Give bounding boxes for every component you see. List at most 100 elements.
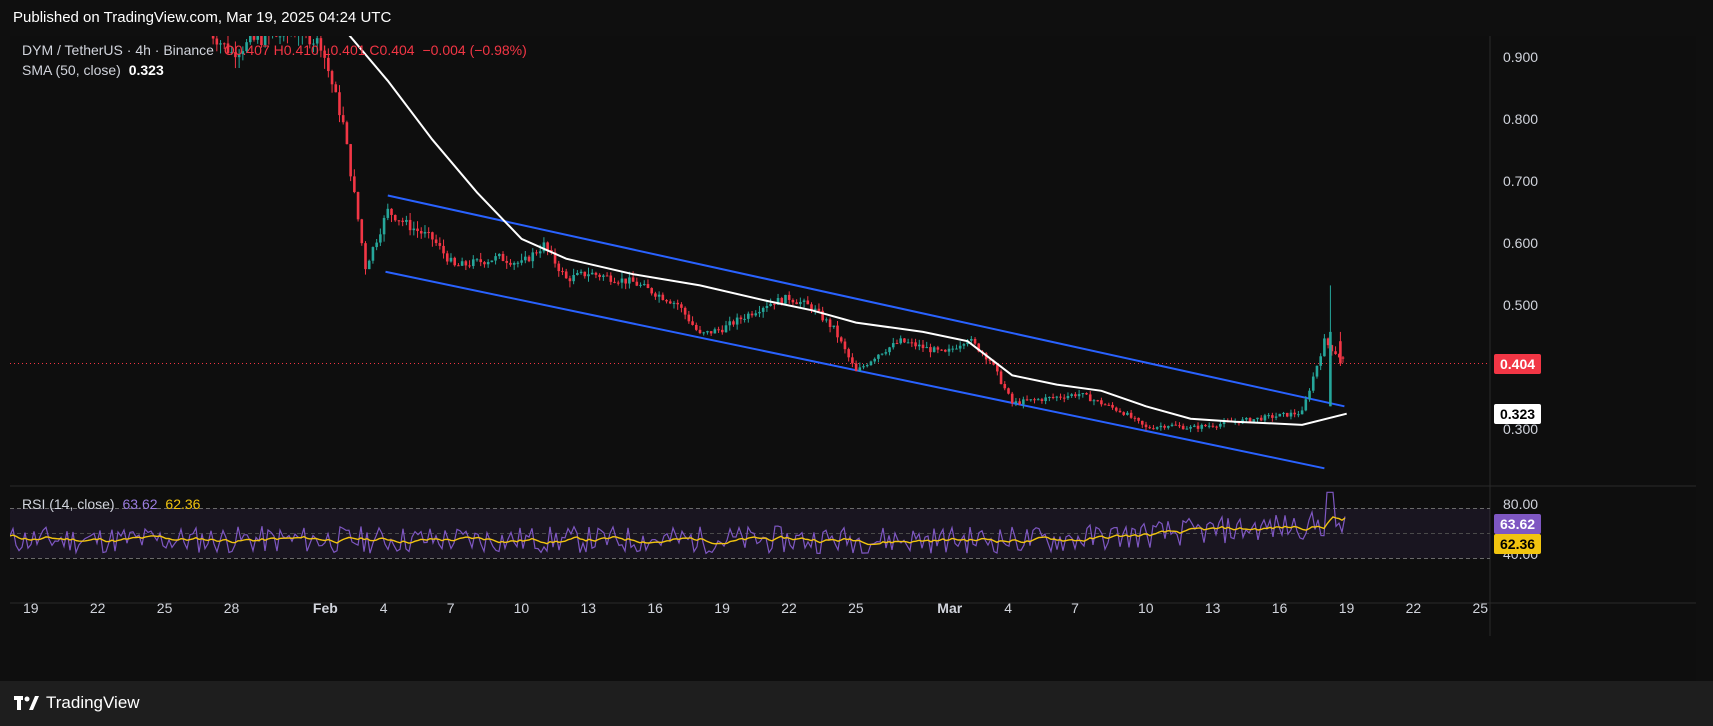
candle-body[interactable] xyxy=(799,301,802,305)
candle-body[interactable] xyxy=(1308,390,1311,400)
candle-body[interactable] xyxy=(631,277,635,282)
candle-body[interactable] xyxy=(423,232,427,234)
candle-body[interactable] xyxy=(1178,425,1181,427)
candle-body[interactable] xyxy=(1036,399,1040,401)
candle-body[interactable] xyxy=(345,122,349,145)
sma-50-line[interactable] xyxy=(343,36,1347,426)
candle-body[interactable] xyxy=(713,329,717,334)
candle-body[interactable] xyxy=(873,358,876,362)
candle-body[interactable] xyxy=(739,317,743,320)
candle-body[interactable] xyxy=(349,144,352,177)
candle-body[interactable] xyxy=(557,263,561,272)
candle-body[interactable] xyxy=(412,228,416,231)
candle-body[interactable] xyxy=(932,347,936,353)
candle-body[interactable] xyxy=(590,272,594,275)
candle-body[interactable] xyxy=(947,348,951,352)
candle-body[interactable] xyxy=(616,282,620,284)
candle-body[interactable] xyxy=(884,352,888,354)
candle-body[interactable] xyxy=(747,313,750,319)
candle-body[interactable] xyxy=(765,306,769,309)
candle-body[interactable] xyxy=(1271,415,1274,418)
candle-body[interactable] xyxy=(624,278,627,284)
candle-body[interactable] xyxy=(851,357,854,364)
candle-body[interactable] xyxy=(646,284,650,289)
candle-body[interactable] xyxy=(936,347,940,350)
candle-body[interactable] xyxy=(828,319,832,327)
candle-body[interactable] xyxy=(341,115,345,123)
candle-body[interactable] xyxy=(438,243,442,246)
candle-body[interactable] xyxy=(642,284,646,286)
candle-body[interactable] xyxy=(717,329,720,331)
candle-body[interactable] xyxy=(579,271,583,274)
candle-body[interactable] xyxy=(1204,424,1207,427)
candle-body[interactable] xyxy=(1144,424,1148,428)
candle-body[interactable] xyxy=(531,252,535,262)
candle-body[interactable] xyxy=(865,365,869,367)
candle-body[interactable] xyxy=(512,262,516,265)
candle-body[interactable] xyxy=(1081,393,1085,395)
candle-body[interactable] xyxy=(609,275,613,282)
candle-body[interactable] xyxy=(962,344,966,346)
candle-body[interactable] xyxy=(483,262,486,265)
candle-body[interactable] xyxy=(393,214,397,221)
candle-body[interactable] xyxy=(709,331,713,334)
candle-body[interactable] xyxy=(605,275,609,277)
candle-body[interactable] xyxy=(1040,399,1044,401)
candle-body[interactable] xyxy=(862,366,865,368)
candle-body[interactable] xyxy=(360,219,364,244)
candle-body[interactable] xyxy=(839,337,843,342)
candle-body[interactable] xyxy=(657,294,661,297)
candle-body[interactable] xyxy=(899,338,902,344)
candle-body[interactable] xyxy=(1103,404,1107,406)
candle-body[interactable] xyxy=(877,354,880,359)
candle-body[interactable] xyxy=(1252,419,1256,422)
candle-body[interactable] xyxy=(1278,413,1282,417)
candle-body[interactable] xyxy=(702,332,706,334)
candle-body[interactable] xyxy=(1066,395,1070,399)
candle-body[interactable] xyxy=(382,217,386,235)
candle-body[interactable] xyxy=(895,343,899,345)
candle-body[interactable] xyxy=(561,271,564,273)
candle-body[interactable] xyxy=(602,275,605,277)
candle-body[interactable] xyxy=(758,311,761,314)
candle-body[interactable] xyxy=(1319,356,1322,366)
candle-body[interactable] xyxy=(353,176,356,193)
candle-body[interactable] xyxy=(683,307,687,315)
candle-body[interactable] xyxy=(275,36,278,37)
candle-body[interactable] xyxy=(1070,394,1073,396)
candle-body[interactable] xyxy=(1129,412,1133,418)
candle-body[interactable] xyxy=(1285,412,1289,417)
candle-body[interactable] xyxy=(1293,412,1296,415)
candle-body[interactable] xyxy=(1159,425,1163,428)
candle-body[interactable] xyxy=(1329,331,1332,407)
candle-body[interactable] xyxy=(1339,341,1342,364)
candle-body[interactable] xyxy=(891,343,895,348)
candle-body[interactable] xyxy=(594,272,598,275)
candle-body[interactable] xyxy=(431,232,434,240)
candle-body[interactable] xyxy=(836,325,839,338)
candle-body[interactable] xyxy=(598,274,601,277)
candle-body[interactable] xyxy=(854,363,858,372)
candle-body[interactable] xyxy=(1341,357,1345,359)
candle-body[interactable] xyxy=(453,257,456,266)
candle-body[interactable] xyxy=(356,192,360,220)
candle-body[interactable] xyxy=(1022,399,1025,405)
candle-body[interactable] xyxy=(1304,399,1308,411)
candle-body[interactable] xyxy=(825,319,828,321)
candle-body[interactable] xyxy=(1085,393,1088,395)
candle-body[interactable] xyxy=(724,325,728,333)
candle-body[interactable] xyxy=(535,252,538,254)
candle-body[interactable] xyxy=(1282,412,1285,414)
candle-body[interactable] xyxy=(791,299,795,303)
candle-body[interactable] xyxy=(1055,396,1059,398)
candle-body[interactable] xyxy=(743,318,746,320)
candle-body[interactable] xyxy=(750,313,754,316)
candle-body[interactable] xyxy=(668,301,672,304)
candle-body[interactable] xyxy=(672,302,676,304)
candle-body[interactable] xyxy=(468,265,471,267)
candle-body[interactable] xyxy=(1334,351,1337,355)
candle-body[interactable] xyxy=(1219,423,1222,427)
candle-body[interactable] xyxy=(1274,416,1278,418)
candle-body[interactable] xyxy=(527,256,531,262)
candle-body[interactable] xyxy=(1044,397,1047,401)
